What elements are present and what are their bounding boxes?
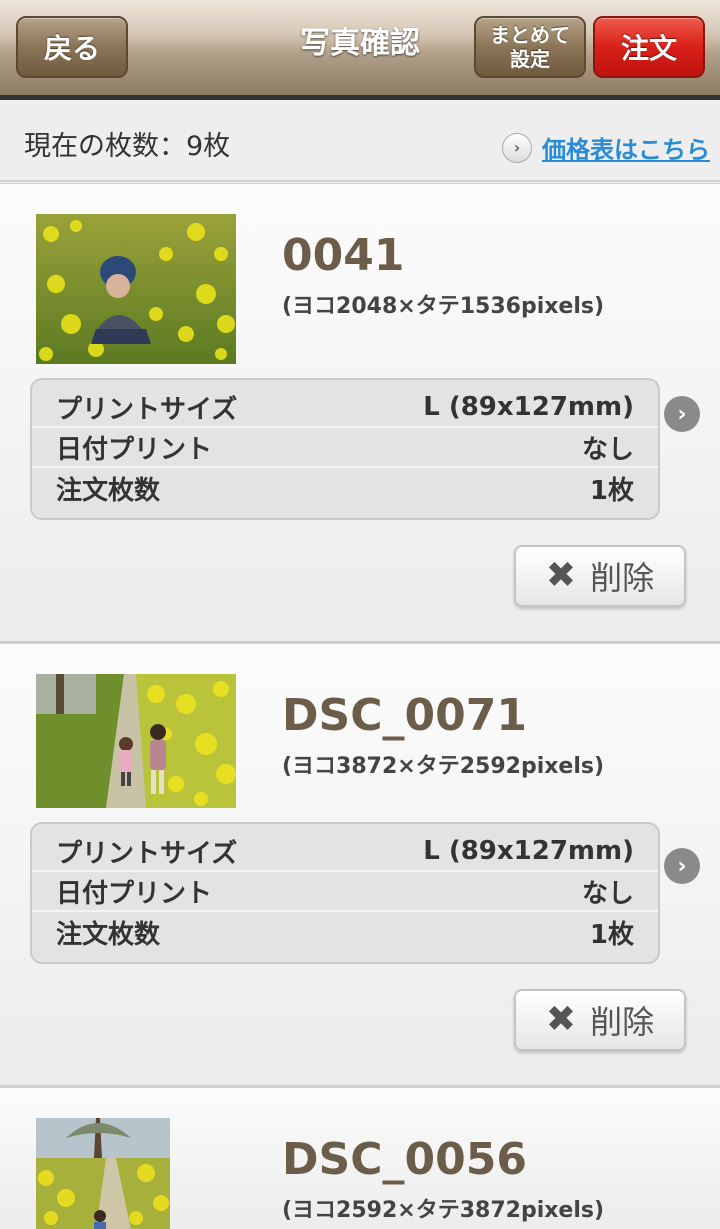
print-size-label: プリントサイズ [56, 394, 238, 425]
price-list-link-label: 価格表はこちら [542, 136, 710, 164]
photo-dimensions: (ヨコ2592×タテ3872pixels) [282, 1198, 605, 1223]
print-settings-panel[interactable]: プリントサイズ L (89x127mm) 日付プリント なし 注文枚数 1枚 [30, 822, 660, 964]
delete-label: 削除 [590, 1003, 655, 1041]
photo-filename: DSC_0071 [282, 690, 527, 741]
delete-label: 削除 [590, 559, 655, 597]
photo-card: DSC_0056 (ヨコ2592×タテ3872pixels) [0, 1087, 720, 1229]
print-settings-panel[interactable]: プリントサイズ L (89x127mm) 日付プリント なし 注文枚数 1枚 [30, 378, 660, 520]
order-qty-value: 1枚 [589, 919, 634, 950]
delete-button[interactable]: ✖ 削除 [514, 989, 686, 1051]
photo-thumbnail[interactable] [36, 214, 236, 364]
delete-button[interactable]: ✖ 削除 [514, 545, 686, 607]
print-size-value: L (89x127mm) [423, 392, 634, 422]
photo-card: 0041 (ヨコ2048×タテ1536pixels) プリントサイズ L (89… [0, 183, 720, 643]
chevron-right-icon[interactable]: › [664, 396, 700, 432]
date-print-label: 日付プリント [56, 434, 213, 465]
photo-dimensions: (ヨコ3872×タテ2592pixels) [282, 754, 605, 779]
order-qty-value: 1枚 [589, 475, 634, 506]
print-size-row: プリントサイズ L (89x127mm) [32, 388, 658, 428]
date-print-label: 日付プリント [56, 878, 213, 909]
app-header: 戻る 写真確認 まとめて 設定 注文 [0, 0, 720, 100]
photo-card: DSC_0071 (ヨコ3872×タテ2592pixels) プリントサイズ L… [0, 643, 720, 1087]
photo-dimensions: (ヨコ2048×タテ1536pixels) [282, 294, 605, 319]
date-print-row: 日付プリント なし [32, 428, 658, 468]
date-print-value: なし [581, 434, 634, 465]
back-button[interactable]: 戻る [16, 16, 128, 78]
close-icon: ✖ [545, 999, 577, 1040]
order-button[interactable]: 注文 [593, 16, 705, 78]
date-print-row: 日付プリント なし [32, 872, 658, 912]
photo-filename: DSC_0056 [282, 1134, 527, 1185]
order-qty-label: 注文枚数 [56, 919, 161, 950]
order-qty-row: 注文枚数 1枚 [32, 468, 658, 508]
chevron-right-icon: › [502, 132, 532, 163]
order-qty-row: 注文枚数 1枚 [32, 912, 658, 952]
order-qty-label: 注文枚数 [56, 475, 161, 506]
chevron-right-icon[interactable]: › [664, 848, 700, 884]
print-size-label: プリントサイズ [56, 838, 238, 869]
price-list-link[interactable]: › 価格表はこちら [502, 130, 710, 165]
close-icon: ✖ [545, 555, 577, 596]
photo-filename: 0041 [282, 230, 405, 281]
page-title: 写真確認 [300, 26, 420, 61]
photo-count: 現在の枚数：9枚 [24, 131, 231, 162]
print-size-row: プリントサイズ L (89x127mm) [32, 832, 658, 872]
photo-thumbnail[interactable] [36, 674, 236, 808]
date-print-value: なし [581, 878, 634, 909]
print-size-value: L (89x127mm) [423, 836, 634, 866]
photo-thumbnail[interactable] [36, 1118, 170, 1229]
photo-path-with-tree-icon [36, 1118, 170, 1229]
photo-child-in-flowers-icon [36, 214, 236, 364]
info-bar: 現在の枚数：9枚 › 価格表はこちら [0, 100, 720, 182]
photo-children-on-path-icon [36, 674, 236, 808]
bulk-settings-button[interactable]: まとめて 設定 [474, 16, 586, 78]
